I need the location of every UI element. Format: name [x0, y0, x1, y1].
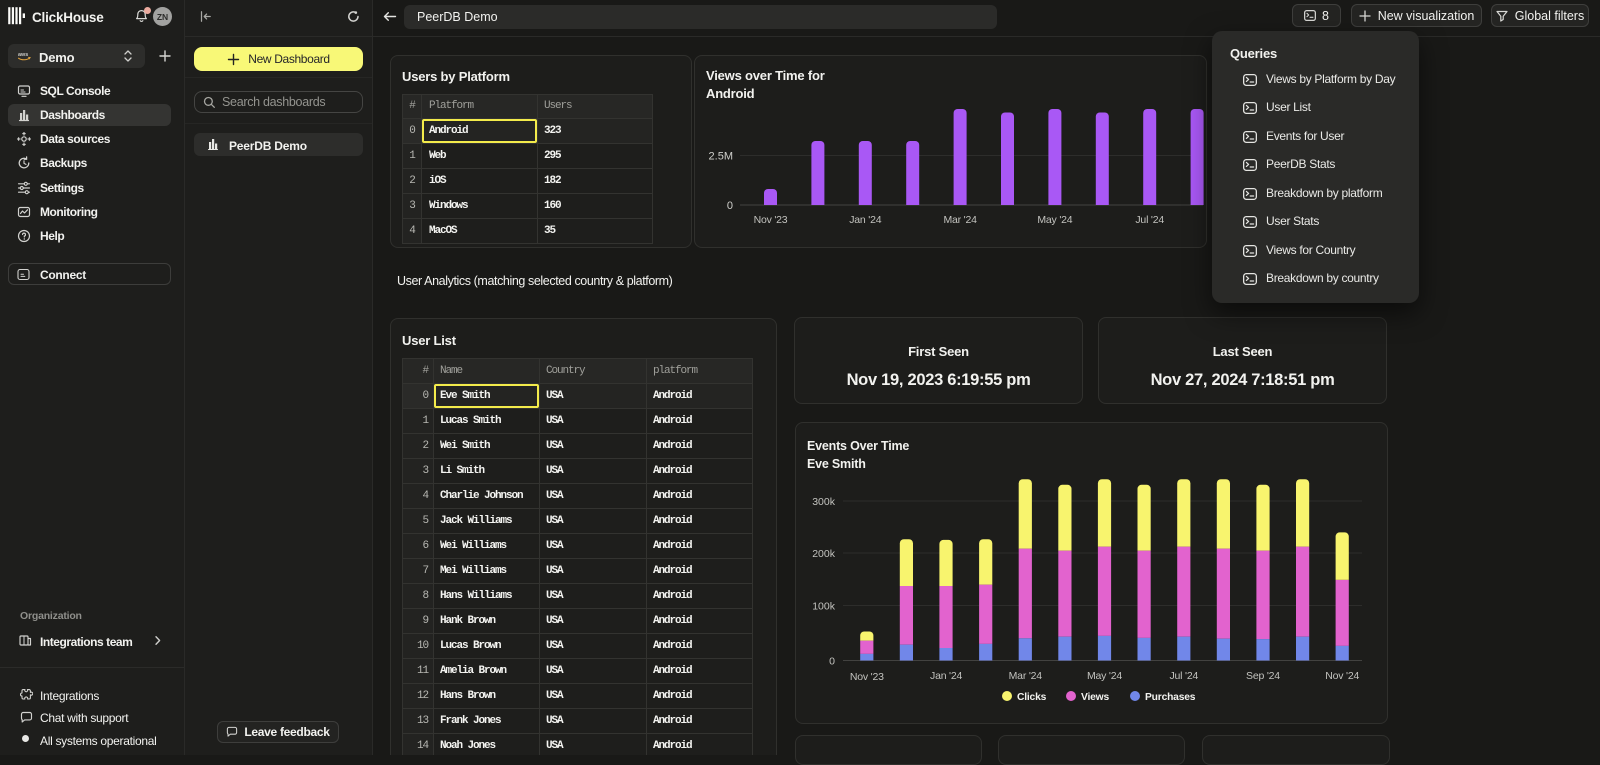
- svg-text:Nov '23: Nov '23: [850, 671, 884, 683]
- svg-text:Purchases: Purchases: [1145, 692, 1196, 703]
- svg-text:Sep '24: Sep '24: [1246, 670, 1280, 682]
- svg-text:0: 0: [829, 656, 835, 668]
- svg-text:Nov '24: Nov '24: [1325, 670, 1359, 682]
- svg-text:May '24: May '24: [1037, 214, 1072, 226]
- svg-text:0: 0: [727, 200, 733, 212]
- svg-text:Jul '24: Jul '24: [1169, 670, 1198, 682]
- svg-text:100k: 100k: [812, 601, 836, 613]
- svg-text:Views: Views: [1081, 692, 1109, 703]
- svg-text:Jan '24: Jan '24: [930, 670, 962, 682]
- svg-text:Nov '23: Nov '23: [754, 214, 788, 226]
- svg-text:May '24: May '24: [1087, 670, 1122, 682]
- svg-text:Clicks: Clicks: [1017, 692, 1047, 703]
- svg-text:200k: 200k: [812, 548, 836, 560]
- svg-text:300k: 300k: [812, 496, 836, 508]
- svg-text:Jan '24: Jan '24: [849, 214, 881, 226]
- svg-text:2.5M: 2.5M: [709, 151, 733, 163]
- svg-text:Mar '24: Mar '24: [1009, 670, 1043, 682]
- svg-text:Jul '24: Jul '24: [1135, 214, 1164, 226]
- svg-text:Mar '24: Mar '24: [943, 214, 977, 226]
- svg-text:aws: aws: [18, 52, 28, 58]
